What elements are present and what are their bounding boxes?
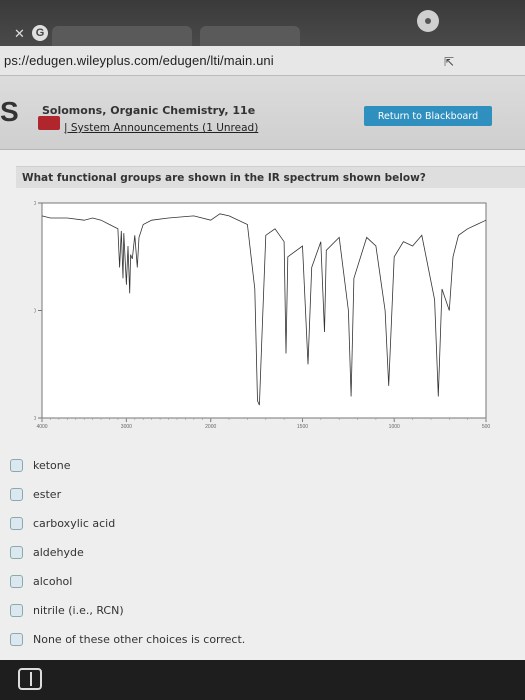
choice-label: carboxylic acid [33, 516, 116, 530]
x-tick-label: 3000 [121, 424, 132, 430]
choice-label: nitrile (i.e., RCN) [33, 603, 124, 617]
choice-aldehyde[interactable]: aldehyde [10, 542, 84, 562]
x-tick-label: 4000 [36, 424, 47, 430]
plot-area [41, 202, 487, 419]
choice-ester[interactable]: ester [10, 484, 61, 504]
choice-label: alcohol [33, 574, 73, 588]
choice-label: aldehyde [33, 545, 84, 559]
choice-none-of-these[interactable]: None of these other choices is correct. [10, 629, 245, 649]
checkbox[interactable] [10, 458, 23, 472]
checkbox[interactable] [10, 603, 23, 617]
browser-tab[interactable] [200, 26, 300, 46]
return-to-blackboard-button[interactable]: Return to Blackboard [364, 106, 492, 126]
system-announcements-link[interactable]: | System Announcements (1 Unread) [64, 122, 258, 134]
checkbox[interactable] [10, 516, 23, 530]
checkbox[interactable] [10, 487, 23, 501]
x-tick-label: 500 [482, 424, 491, 430]
checkbox[interactable] [10, 632, 23, 646]
choice-label: ketone [33, 458, 71, 472]
y-tick-label: 100 [34, 201, 36, 207]
wileyplus-logo: S [0, 96, 19, 127]
browser-tab-strip: ✕ G [0, 0, 525, 46]
question-text: What functional groups are shown in the … [22, 172, 426, 184]
close-tab-icon[interactable]: ✕ [14, 26, 25, 42]
cursor-icon: ⇱ [444, 55, 455, 69]
app-header: S Solomons, Organic Chemistry, 11e | Sys… [0, 76, 525, 150]
choice-nitrile[interactable]: nitrile (i.e., RCN) [10, 600, 124, 620]
checkbox[interactable] [10, 574, 23, 588]
y-tick-label: 0 [34, 416, 36, 422]
course-title: Solomons, Organic Chemistry, 11e [42, 104, 256, 117]
profile-button[interactable] [417, 10, 439, 32]
choice-carboxylic-acid[interactable]: carboxylic acid [10, 513, 115, 533]
address-bar[interactable]: ps://edugen.wileyplus.com/edugen/lti/mai… [0, 46, 525, 76]
book-cover-icon [38, 116, 60, 130]
choice-ketone[interactable]: ketone [10, 455, 71, 475]
ir-spectrum: 10050040003000200015001000500 [28, 193, 494, 433]
browser-tab[interactable] [52, 26, 192, 46]
x-tick-label: 2000 [205, 424, 216, 430]
question-content: What functional groups are shown in the … [0, 150, 525, 660]
sidebar-toggle-icon[interactable] [18, 668, 42, 690]
choice-label: None of these other choices is correct. [33, 632, 246, 646]
url-text: ps://edugen.wileyplus.com/edugen/lti/mai… [4, 53, 274, 68]
ir-spectrum-chart: 10050040003000200015001000500 [28, 201, 491, 430]
x-tick-label: 1500 [297, 424, 308, 430]
y-tick-label: 50 [34, 309, 36, 315]
checkbox[interactable] [10, 545, 23, 559]
x-tick-label: 1000 [389, 424, 400, 430]
choice-alcohol[interactable]: alcohol [10, 571, 72, 591]
google-icon: G [32, 25, 48, 41]
bottom-bar [0, 660, 525, 700]
choice-label: ester [33, 487, 62, 501]
